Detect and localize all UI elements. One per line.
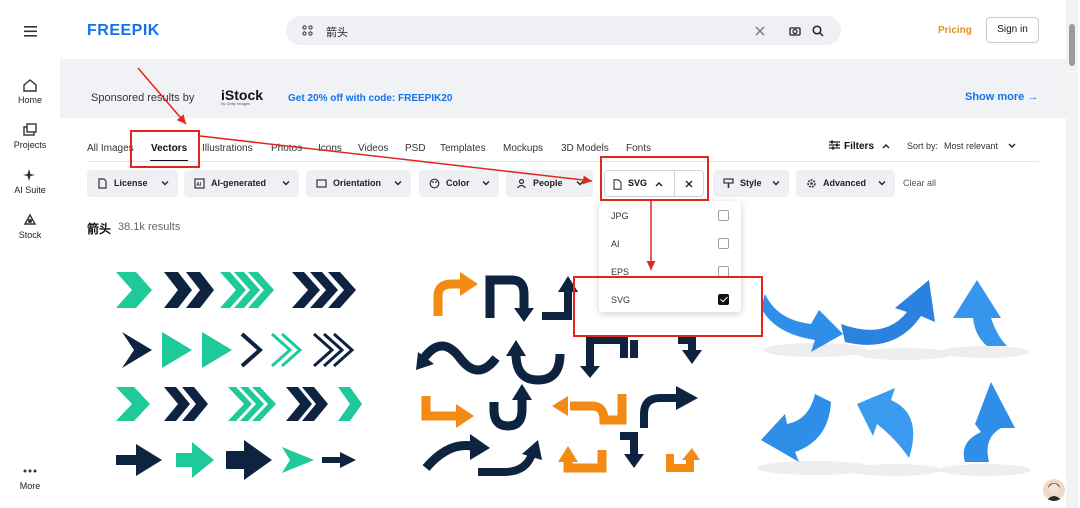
avatar-face-icon (1046, 483, 1062, 501)
page-scrollbar[interactable] (1066, 0, 1078, 508)
annotation-arrows (137, 67, 656, 270)
scrollbar-thumb[interactable] (1069, 24, 1075, 66)
avatar[interactable] (1043, 479, 1065, 501)
